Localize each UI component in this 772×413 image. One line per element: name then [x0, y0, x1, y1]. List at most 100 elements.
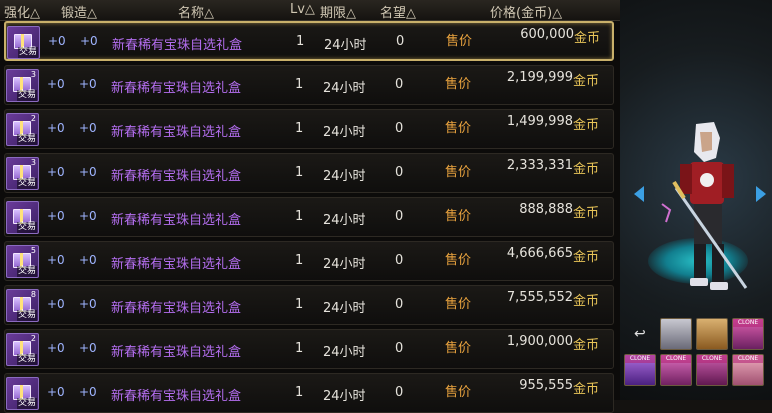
- item-fame: 0: [396, 34, 405, 49]
- stack-count: 3: [30, 70, 36, 79]
- sort-forge-header[interactable]: 锻造△: [61, 2, 97, 21]
- item-period: 24小时: [323, 257, 366, 272]
- trade-tag: 交易: [17, 90, 38, 101]
- listing-row[interactable]: 交易 +0 +0 新春稀有宝珠自选礼盒 1 24小时 0 售价 955,555 金币: [4, 373, 614, 413]
- item-level: 1: [295, 253, 304, 268]
- list-header: 强化△ 锻造△ 名称△ Lv△ 期限△ 名望△ 价格(金币)△: [0, 0, 620, 21]
- item-period: 24小时: [324, 38, 367, 53]
- item-fame: 0: [395, 209, 404, 224]
- item-name: 新春稀有宝珠自选礼盒: [111, 257, 242, 272]
- currency-label: 金币: [573, 206, 600, 221]
- enhance-value: +0: [47, 385, 65, 399]
- enhance-value: +0: [47, 165, 65, 179]
- listing-row[interactable]: 2 交易 +0 +0 新春稀有宝珠自选礼盒 1 24小时 0 售价 1,900,000 金币: [4, 329, 614, 369]
- item-name: 新春稀有宝珠自选礼盒: [111, 81, 242, 96]
- price-value: 4,666,665: [506, 246, 573, 261]
- listing-row[interactable]: 3 交易 +0 +0 新春稀有宝珠自选礼盒 1 24小时 0 售价 2,199,999 金币: [4, 65, 614, 105]
- equipment-slot[interactable]: CLONE: [660, 354, 692, 386]
- currency-label: 金币: [573, 74, 600, 89]
- arrow-left-icon[interactable]: [634, 186, 644, 202]
- forge-value: +0: [80, 34, 98, 48]
- stack-count: 2: [30, 114, 36, 123]
- stack-count: 8: [30, 290, 36, 299]
- item-period: 24小时: [323, 125, 366, 140]
- character-preview-panel: ↩ CLONE CLONE CLONE CLONE CLONE: [620, 0, 772, 400]
- gift-box-icon[interactable]: 2 交易: [6, 113, 39, 146]
- equipment-slot[interactable]: CLONE: [732, 354, 764, 386]
- listing-row[interactable]: 5 交易 +0 +0 新春稀有宝珠自选礼盒 1 24小时 0 售价 4,666,665 金币: [4, 241, 614, 281]
- item-level: 1: [295, 165, 304, 180]
- price-value: 7,555,552: [506, 290, 573, 305]
- trade-tag: 交易: [17, 266, 38, 277]
- enhance-value: +0: [47, 341, 65, 355]
- listing-row[interactable]: 交易 +0 +0 新春稀有宝珠自选礼盒 1 24小时 0 售价 888,888 金币: [4, 197, 614, 237]
- sort-fame-header[interactable]: 名望△: [380, 2, 416, 21]
- gift-box-icon[interactable]: 交易: [6, 201, 39, 234]
- item-fame: 0: [395, 385, 404, 400]
- equipment-slot[interactable]: [660, 318, 692, 350]
- currency-label: 金币: [574, 31, 601, 46]
- sort-price-header[interactable]: 价格(金币)△: [490, 2, 562, 21]
- item-period: 24小时: [323, 345, 366, 360]
- stack-count: 3: [30, 158, 36, 167]
- price-value: 2,333,331: [506, 158, 573, 173]
- currency-label: 金币: [573, 250, 600, 265]
- gift-box-icon[interactable]: 2 交易: [6, 333, 39, 366]
- item-period: 24小时: [323, 169, 366, 184]
- item-fame: 0: [395, 253, 404, 268]
- equipment-slot[interactable]: CLONE: [624, 354, 656, 386]
- item-level: 1: [295, 385, 304, 400]
- forge-value: +0: [79, 385, 97, 399]
- forge-value: +0: [79, 297, 97, 311]
- item-fame: 0: [395, 341, 404, 356]
- item-period: 24小时: [323, 81, 366, 96]
- price-value: 1,900,000: [506, 334, 573, 349]
- gift-box-icon[interactable]: 3 交易: [6, 157, 39, 190]
- enhance-value: +0: [47, 253, 65, 267]
- forge-value: +0: [79, 121, 97, 135]
- item-name: 新春稀有宝珠自选礼盒: [111, 301, 242, 316]
- currency-label: 金币: [573, 162, 600, 177]
- slot-label: CLONE: [733, 355, 763, 363]
- forge-value: +0: [79, 165, 97, 179]
- sort-period-header[interactable]: 期限△: [320, 2, 356, 21]
- listing-row[interactable]: 8 交易 +0 +0 新春稀有宝珠自选礼盒 1 24小时 0 售价 7,555,552 金币: [4, 285, 614, 325]
- price-value: 2,199,999: [506, 70, 573, 85]
- listing-row[interactable]: 2 交易 +0 +0 新春稀有宝珠自选礼盒 1 24小时 0 售价 1,499,998 金币: [4, 109, 614, 149]
- currency-label: 金币: [573, 382, 600, 397]
- listing-row[interactable]: 交易 +0 +0 新春稀有宝珠自选礼盒 1 24小时 0 售价 600,000 金币: [4, 21, 614, 61]
- listing-row[interactable]: 3 交易 +0 +0 新春稀有宝珠自选礼盒 1 24小时 0 售价 2,333,331 金币: [4, 153, 614, 193]
- equipment-slot[interactable]: CLONE: [696, 354, 728, 386]
- equipment-slot[interactable]: [696, 318, 728, 350]
- gift-box-icon[interactable]: 8 交易: [6, 289, 39, 322]
- gift-box-icon[interactable]: 交易: [6, 377, 39, 410]
- enhance-value: +0: [47, 121, 65, 135]
- item-level: 1: [295, 341, 304, 356]
- sort-enhance-header[interactable]: 强化△: [4, 2, 40, 21]
- item-period: 24小时: [323, 301, 366, 316]
- item-level: 1: [295, 209, 304, 224]
- arrow-right-icon[interactable]: [756, 186, 766, 202]
- sort-name-header[interactable]: 名称△: [178, 2, 214, 21]
- item-level: 1: [295, 121, 304, 136]
- item-name: 新春稀有宝珠自选礼盒: [111, 389, 242, 404]
- item-fame: 0: [395, 297, 404, 312]
- equipment-slot[interactable]: CLONE: [732, 318, 764, 350]
- trade-tag: 交易: [17, 134, 38, 145]
- item-name: 新春稀有宝珠自选礼盒: [112, 38, 243, 53]
- item-fame: 0: [395, 77, 404, 92]
- item-fame: 0: [395, 165, 404, 180]
- gift-box-icon[interactable]: 3 交易: [6, 69, 39, 102]
- forge-value: +0: [79, 341, 97, 355]
- slot-label: CLONE: [625, 355, 655, 363]
- forge-value: +0: [79, 209, 97, 223]
- item-period: 24小时: [323, 213, 366, 228]
- sort-lv-header[interactable]: Lv△: [290, 2, 315, 17]
- undo-icon[interactable]: ↩: [634, 326, 652, 342]
- currency-label: 金币: [573, 338, 600, 353]
- gift-box-icon[interactable]: 交易: [7, 26, 40, 59]
- gift-box-icon[interactable]: 5 交易: [6, 245, 39, 278]
- enhance-value: +0: [47, 297, 65, 311]
- enhance-value: +0: [47, 209, 65, 223]
- slot-label: CLONE: [733, 319, 763, 327]
